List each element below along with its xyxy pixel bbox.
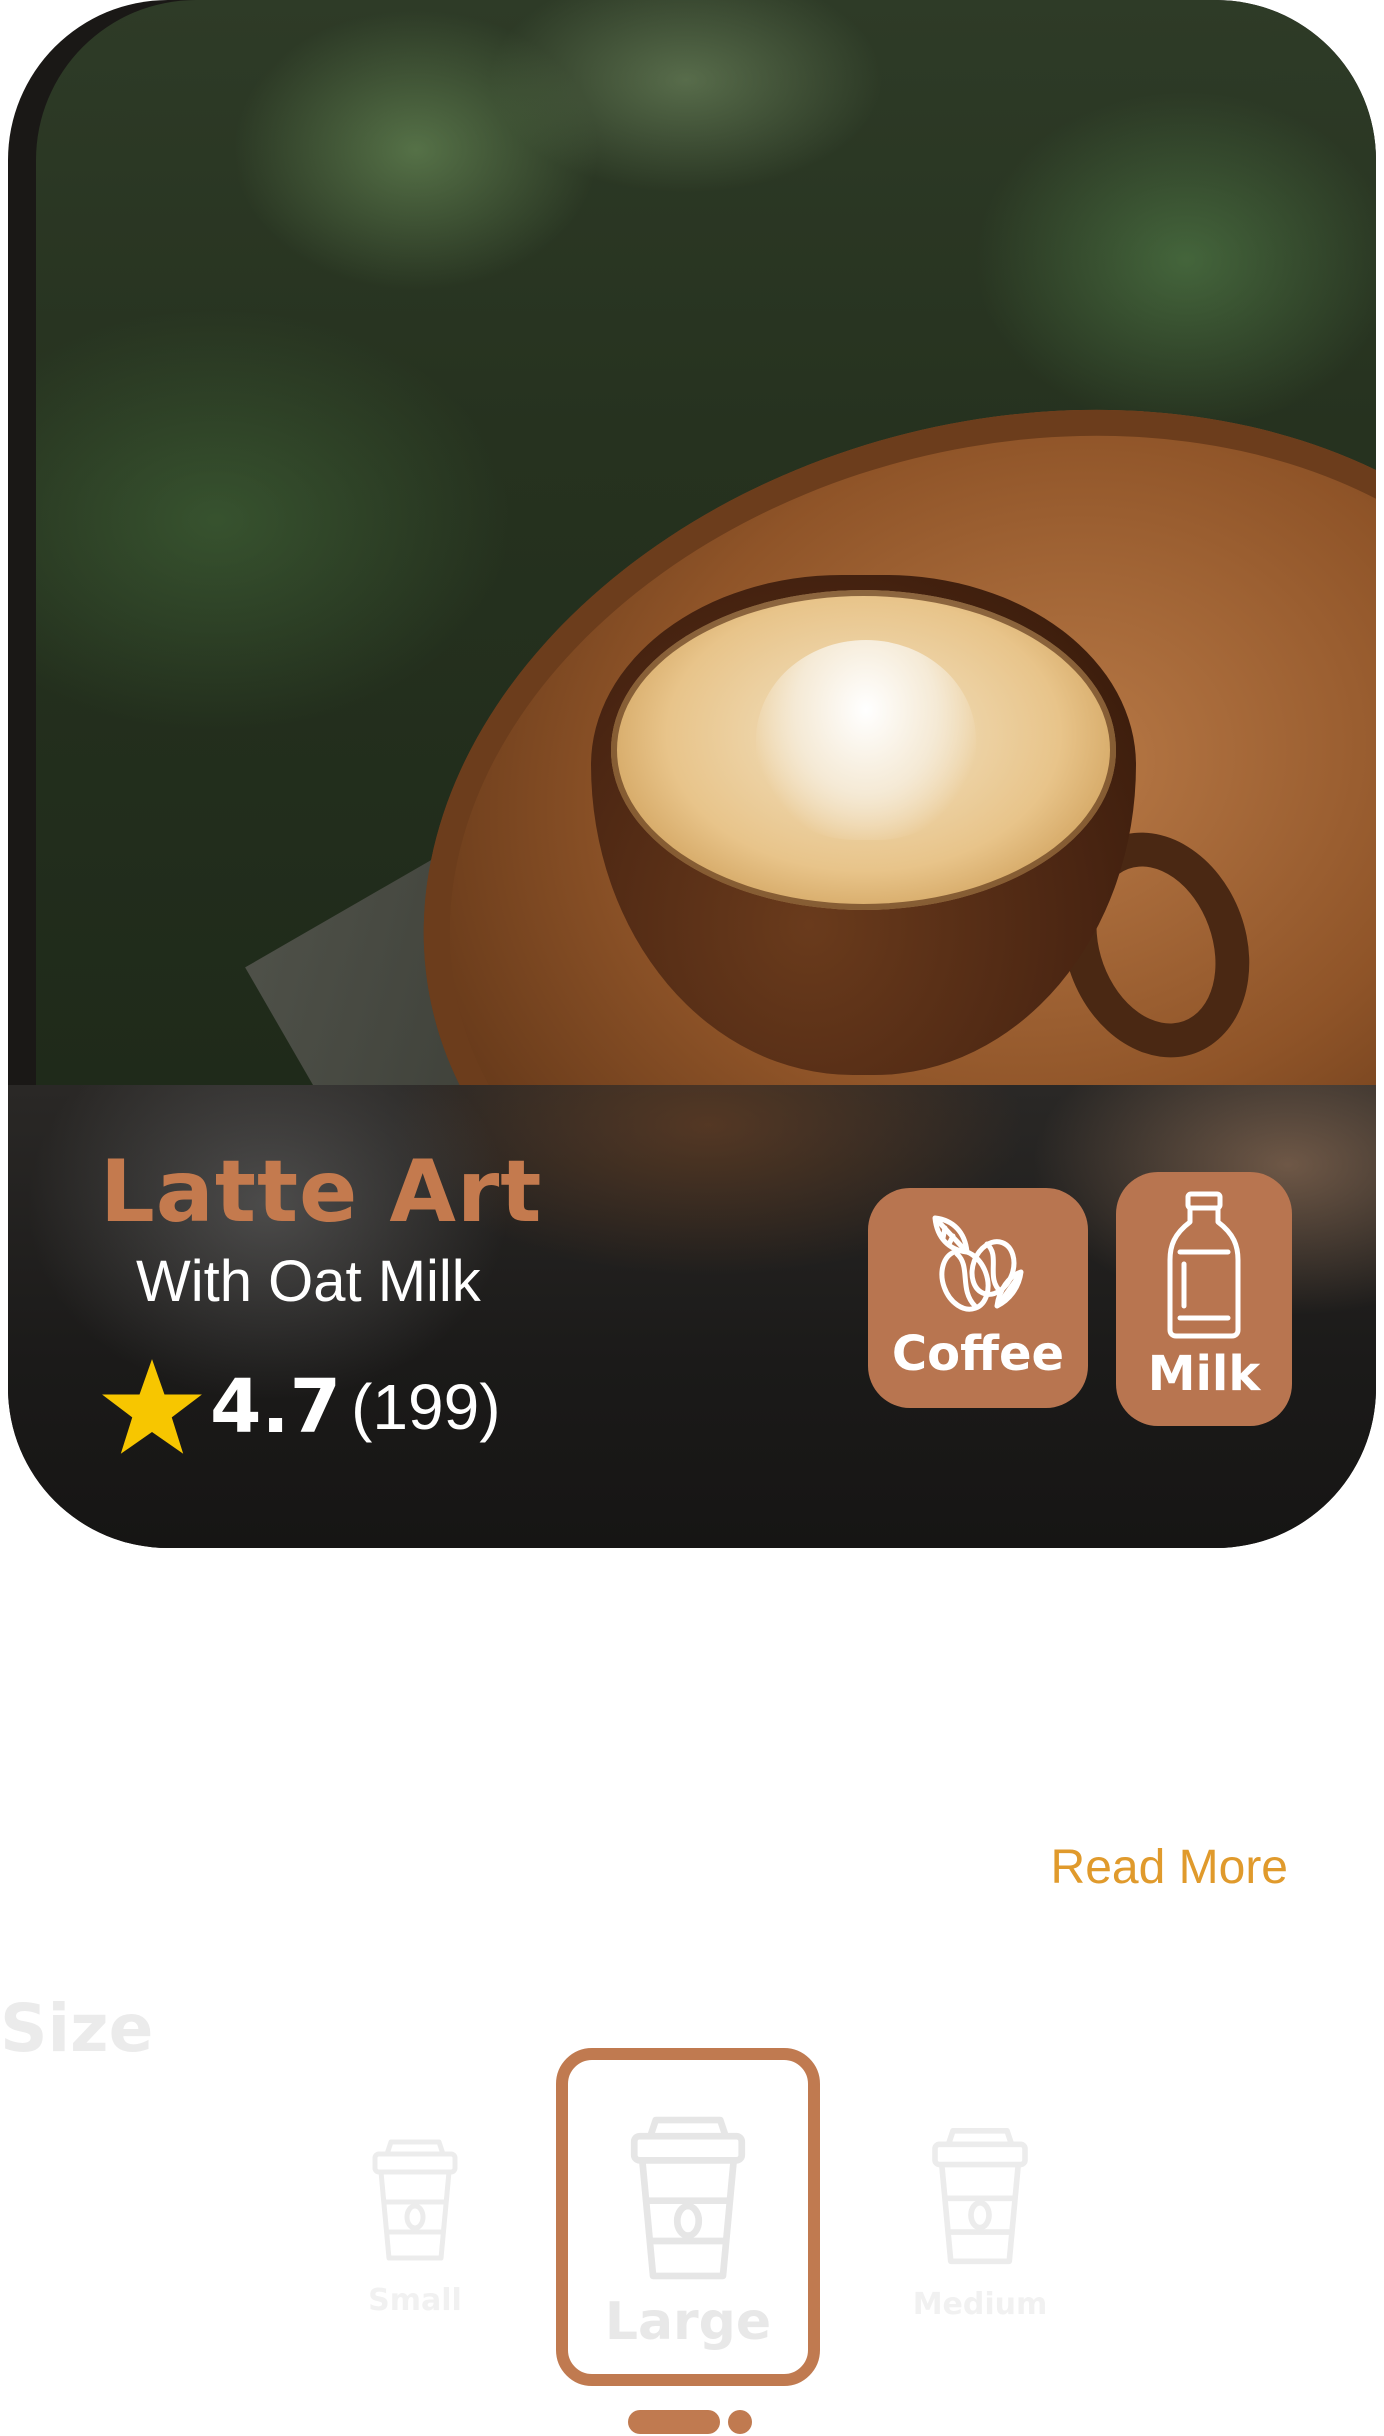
product-subtitle: With Oat Milk bbox=[136, 1249, 481, 1314]
rating-value: 4.7 bbox=[210, 1364, 342, 1450]
page-indicator-dot bbox=[728, 2410, 752, 2434]
product-rating: 4.7 (199) bbox=[100, 1352, 501, 1462]
product-title: Latte Art bbox=[100, 1142, 543, 1242]
size-option-medium[interactable]: Medium bbox=[910, 2124, 1050, 2320]
size-option-small[interactable]: Small bbox=[360, 2136, 470, 2316]
ingredient-label: Coffee bbox=[891, 1326, 1065, 1382]
ingredient-chip-coffee[interactable]: Coffee bbox=[868, 1188, 1088, 1408]
latte-art-heart bbox=[756, 640, 976, 840]
milk-bottle-icon bbox=[1167, 1191, 1241, 1339]
latte-photo bbox=[36, 0, 1376, 1085]
coffee-beans-icon bbox=[932, 1215, 1024, 1312]
size-option-large[interactable]: Large bbox=[556, 2048, 820, 2386]
coffee-cup-icon bbox=[630, 2116, 746, 2280]
coffee-cup-icon bbox=[372, 2139, 458, 2261]
read-more-link[interactable]: Read More bbox=[1051, 1840, 1288, 1895]
star-icon bbox=[102, 1359, 202, 1454]
size-label: Large bbox=[604, 2292, 772, 2352]
ingredient-chip-milk[interactable]: Milk bbox=[1116, 1172, 1292, 1426]
ingredient-label: Milk bbox=[1147, 1346, 1261, 1402]
size-heading: Size bbox=[0, 1990, 154, 2067]
size-label: Small bbox=[368, 2283, 462, 2318]
size-label: Medium bbox=[912, 2287, 1048, 2322]
rating-count: (199) bbox=[351, 1371, 501, 1443]
coffee-cup-icon bbox=[932, 2127, 1028, 2265]
product-detail-page: Latte Art With Oat Milk 4.7 (199) Coffee bbox=[0, 0, 1384, 2436]
page-indicator-active bbox=[628, 2410, 720, 2434]
